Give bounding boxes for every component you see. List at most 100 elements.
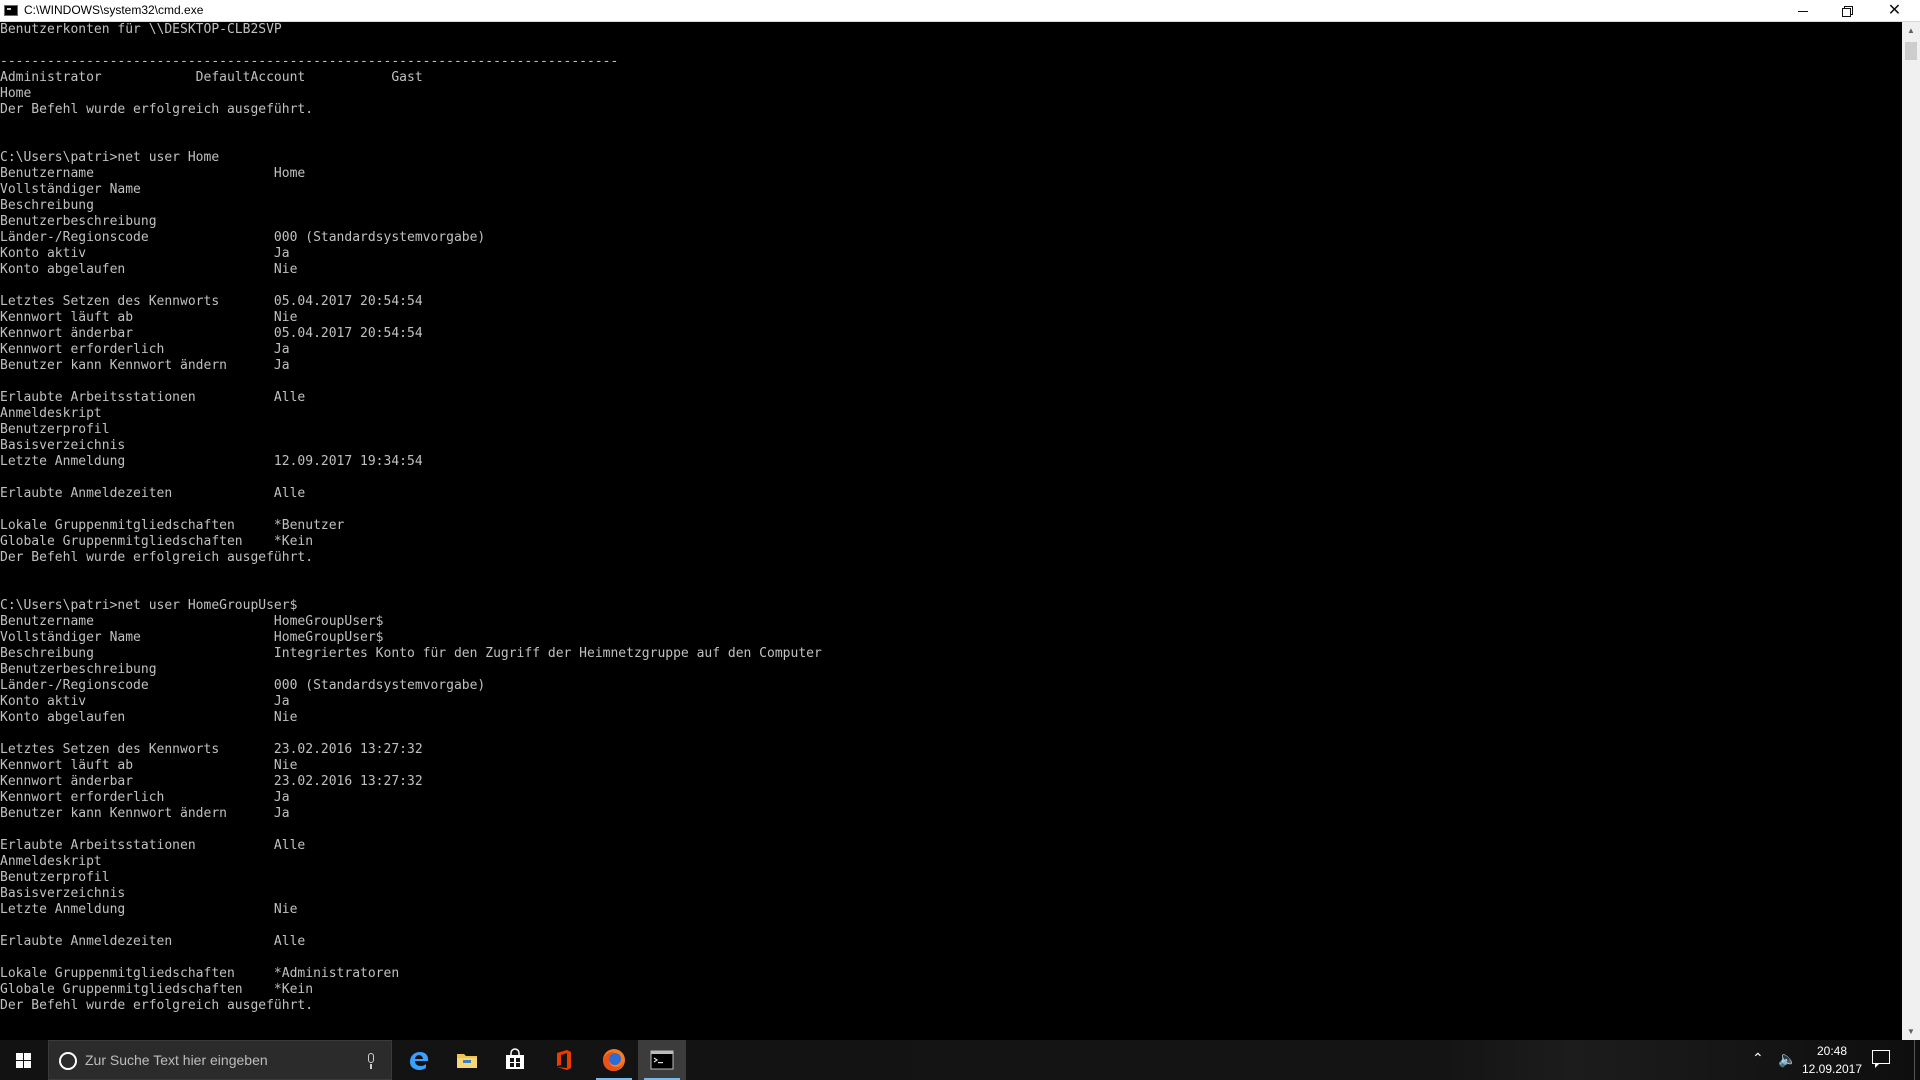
office-icon xyxy=(557,1050,571,1070)
cmd-app-icon xyxy=(4,5,18,16)
console-line: Kennwort erforderlich Ja xyxy=(0,342,290,357)
console-line: Erlaubte Arbeitsstationen Alle xyxy=(0,390,306,405)
store-icon xyxy=(506,1048,524,1069)
console-line: Globale Gruppenmitgliedschaften *Kein xyxy=(0,982,314,997)
start-button[interactable] xyxy=(0,1040,46,1080)
scrollbar-thumb[interactable] xyxy=(1905,42,1917,60)
console-line: Benutzerbeschreibung xyxy=(0,214,157,229)
console-output-area[interactable]: Benutzerkonten für \\DESKTOP-CLB2SVP ----… xyxy=(0,22,1902,1040)
microphone-icon[interactable] xyxy=(367,1053,375,1069)
console-line: Der Befehl wurde erfolgreich ausgeführt. xyxy=(0,102,314,117)
console-line: Der Befehl wurde erfolgreich ausgeführt. xyxy=(0,550,314,565)
minimize-icon xyxy=(1798,10,1808,12)
console-line: Anmeldeskript xyxy=(0,406,102,421)
console-line: Administrator DefaultAccount Gast xyxy=(0,70,423,85)
console-line: Beschreibung xyxy=(0,198,94,213)
arrow-down-icon: ▼ xyxy=(1907,1027,1915,1036)
console-line: Konto abgelaufen Nie xyxy=(0,710,298,725)
taskbar-app-cmd[interactable] xyxy=(638,1040,686,1080)
restore-icon xyxy=(1842,6,1853,17)
console-line: Länder-/Regionscode 000 (Standardsystemv… xyxy=(0,678,486,693)
console-line: C:\Users\patri>net user HomeGroupUser$ xyxy=(0,598,298,613)
console-line: Letztes Setzen des Kennworts 23.02.2016 … xyxy=(0,742,423,757)
console-line: Kennwort läuft ab Nie xyxy=(0,310,298,325)
console-line: Vollständiger Name xyxy=(0,182,141,197)
window-title: C:\WINDOWS\system32\cmd.exe xyxy=(24,3,204,17)
console-line: Lokale Gruppenmitgliedschaften *Administ… xyxy=(0,966,400,981)
console-line: Globale Gruppenmitgliedschaften *Kein xyxy=(0,534,314,549)
console-line: Erlaubte Anmeldezeiten Alle xyxy=(0,486,306,501)
console-line: Länder-/Regionscode 000 (Standardsystemv… xyxy=(0,230,486,245)
taskbar-app-firefox[interactable] xyxy=(590,1040,638,1080)
console-line: Konto aktiv Ja xyxy=(0,246,290,261)
console-line: Konto abgelaufen Nie xyxy=(0,262,298,277)
console-line: Anmeldeskript xyxy=(0,854,102,869)
console-line: Konto aktiv Ja xyxy=(0,694,290,709)
restore-button[interactable] xyxy=(1825,0,1869,22)
console-line: Lokale Gruppenmitgliedschaften *Benutzer xyxy=(0,518,345,533)
console-line: Erlaubte Arbeitsstationen Alle xyxy=(0,838,306,853)
console-line: Benutzerbeschreibung xyxy=(0,662,157,677)
arrow-up-icon: ▲ xyxy=(1907,26,1915,35)
console-line: Kennwort änderbar 23.02.2016 13:27:32 xyxy=(0,774,423,789)
console-line: Kennwort erforderlich Ja xyxy=(0,790,290,805)
firefox-icon xyxy=(603,1049,625,1071)
console-line: Vollständiger Name HomeGroupUser$ xyxy=(0,630,384,645)
taskbar-app-store[interactable] xyxy=(491,1040,539,1080)
console-line: Letztes Setzen des Kennworts 05.04.2017 … xyxy=(0,294,423,309)
cmd-icon xyxy=(650,1050,674,1070)
taskbar-app-file-explorer[interactable] xyxy=(443,1040,491,1080)
close-icon: ✕ xyxy=(1887,2,1902,19)
search-placeholder: Zur Suche Text hier eingeben xyxy=(85,1052,268,1068)
file-explorer-icon xyxy=(457,1054,477,1068)
taskbar-app-office[interactable] xyxy=(540,1040,588,1080)
console-line: Benutzerprofil xyxy=(0,422,110,437)
console-line: Erlaubte Anmeldezeiten Alle xyxy=(0,934,306,949)
console-line: Basisverzeichnis xyxy=(0,886,126,901)
console-line: Kennwort änderbar 05.04.2017 20:54:54 xyxy=(0,326,423,341)
taskbar-search-box[interactable]: Zur Suche Text hier eingeben xyxy=(48,1040,392,1080)
edge-icon xyxy=(410,1052,428,1070)
console-line: Home xyxy=(0,86,32,101)
chevron-up-icon[interactable]: ⌃ xyxy=(1752,1050,1764,1067)
scroll-down-button[interactable]: ▼ xyxy=(1902,1023,1920,1040)
console-line: Kennwort läuft ab Nie xyxy=(0,758,298,773)
taskbar: Zur Suche Text hier eingeben ⌃ 🔈 20:48 1… xyxy=(0,1040,1920,1080)
windows-logo-icon xyxy=(15,1052,31,1068)
cortana-icon xyxy=(59,1052,77,1070)
console-text: Benutzerkonten für \\DESKTOP-CLB2SVP ----… xyxy=(0,22,1902,1014)
vertical-scrollbar[interactable]: ▲ ▼ xyxy=(1902,22,1920,1040)
console-line: Der Befehl wurde erfolgreich ausgeführt. xyxy=(0,998,314,1013)
close-button[interactable]: ✕ xyxy=(1869,0,1920,22)
console-line: Benutzer kann Kennwort ändern Ja xyxy=(0,358,290,373)
console-line: Benutzerkonten für \\DESKTOP-CLB2SVP xyxy=(0,22,282,37)
console-line: Beschreibung Integriertes Konto für den … xyxy=(0,646,822,661)
taskbar-app-edge[interactable] xyxy=(395,1040,443,1080)
action-center-icon[interactable] xyxy=(1872,1050,1890,1068)
console-line: Basisverzeichnis xyxy=(0,438,126,453)
window-titlebar[interactable]: C:\WINDOWS\system32\cmd.exe ✕ xyxy=(0,0,1920,22)
console-line: Letzte Anmeldung Nie xyxy=(0,902,298,917)
console-line: C:\Users\patri>net user Home xyxy=(0,150,220,165)
minimize-button[interactable] xyxy=(1781,0,1825,22)
clock-time[interactable]: 20:48 xyxy=(1800,1044,1864,1058)
console-line: Benutzername HomeGroupUser$ xyxy=(0,614,384,629)
scroll-up-button[interactable]: ▲ xyxy=(1902,22,1920,39)
clock-date[interactable]: 12.09.2017 xyxy=(1800,1062,1864,1076)
volume-icon[interactable]: 🔈 xyxy=(1778,1050,1797,1068)
show-desktop-button[interactable] xyxy=(1914,1040,1920,1080)
console-line: Letzte Anmeldung 12.09.2017 19:34:54 xyxy=(0,454,423,469)
